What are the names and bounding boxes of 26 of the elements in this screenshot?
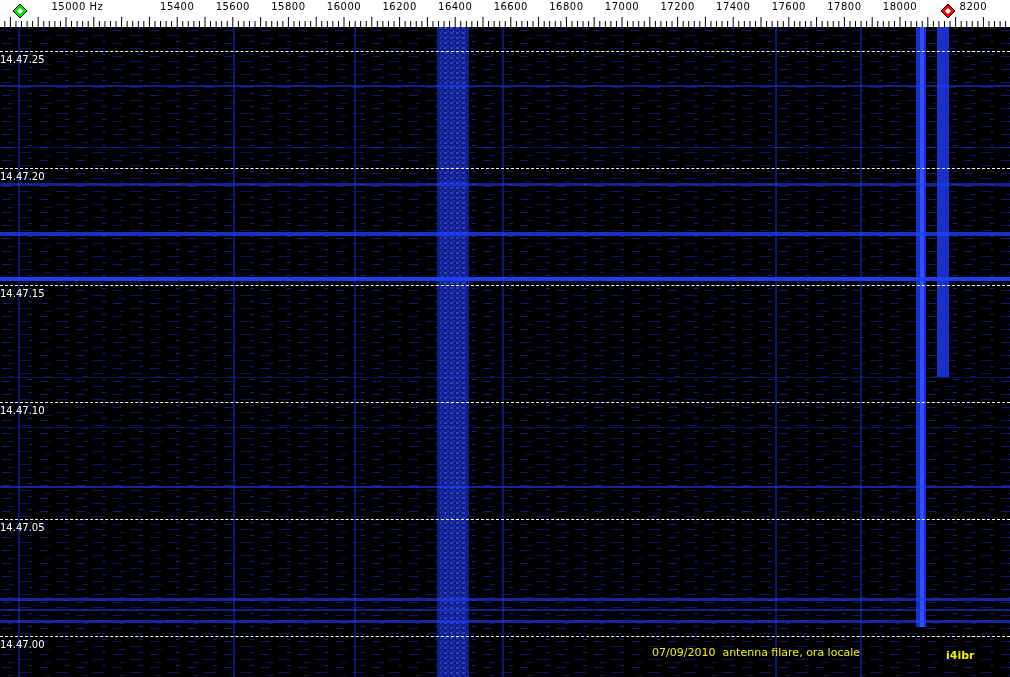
frequency-label: 16000 bbox=[326, 0, 362, 13]
time-label: 14.47.25 bbox=[0, 53, 46, 66]
frequency-label: 17200 bbox=[660, 0, 695, 13]
frequency-label: 15600 bbox=[215, 0, 250, 13]
frequency-label: 8200 bbox=[959, 0, 988, 13]
frequency-label: 15400 bbox=[160, 0, 195, 13]
frequency-label: 16400 bbox=[438, 0, 473, 13]
frequency-label: 15000 Hz bbox=[51, 0, 104, 13]
time-label: 14.47.05 bbox=[0, 521, 46, 534]
frequency-label: 16200 bbox=[382, 0, 417, 13]
frequency-label: 18000 bbox=[882, 0, 918, 13]
frequency-label: 17800 bbox=[827, 0, 862, 13]
frequency-label: 16600 bbox=[493, 0, 528, 13]
author-label: i4ibr bbox=[946, 649, 975, 662]
time-label: 14.47.15 bbox=[0, 287, 46, 300]
diamond-marker[interactable] bbox=[940, 3, 956, 19]
frequency-label: 15800 bbox=[271, 0, 306, 13]
frequency-label: 17600 bbox=[771, 0, 806, 13]
frequency-label: 17400 bbox=[716, 0, 751, 13]
frequency-label: 16800 bbox=[549, 0, 584, 13]
time-label: 14.47.20 bbox=[0, 170, 46, 183]
time-label: 14.47.00 bbox=[0, 638, 46, 651]
diamond-marker[interactable] bbox=[12, 3, 28, 19]
frequency-label: 17000 bbox=[604, 0, 640, 13]
time-label: 14.47.10 bbox=[0, 404, 46, 417]
caption: 07/09/2010 antenna filare, ora locale bbox=[652, 646, 861, 659]
